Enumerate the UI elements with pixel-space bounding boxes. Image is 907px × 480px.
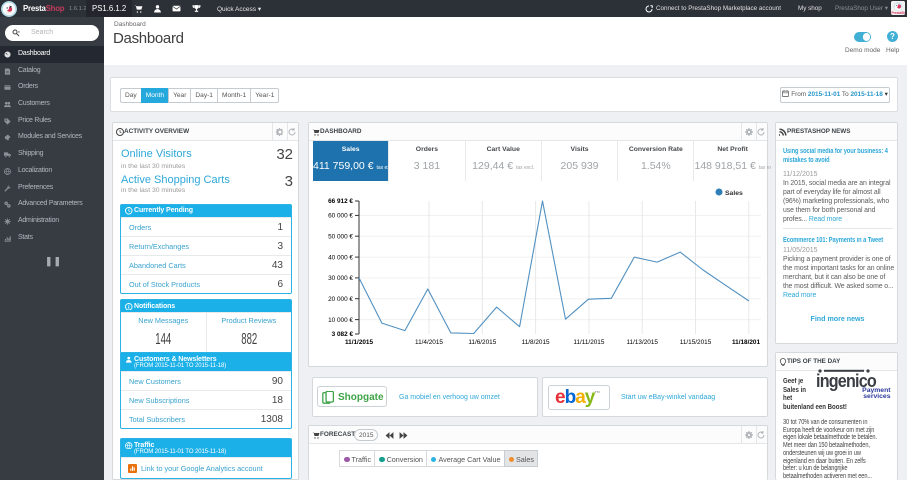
svg-text:20 000 €: 20 000 € <box>328 296 353 303</box>
svg-text:40 000 €: 40 000 € <box>328 254 353 261</box>
svg-text:Sales: Sales <box>725 190 743 197</box>
svg-text:10 000 €: 10 000 € <box>328 317 353 324</box>
svg-text:11/6/2015: 11/6/2015 <box>468 339 496 346</box>
svg-text:PrestaShop: PrestaShop <box>892 11 906 15</box>
svg-text:30 000 €: 30 000 € <box>328 275 353 282</box>
svg-text:3 082 €: 3 082 € <box>332 331 354 338</box>
svg-text:60 000 €: 60 000 € <box>328 213 353 220</box>
svg-text:11/4/2015: 11/4/2015 <box>415 339 443 346</box>
svg-text:11/8/2015: 11/8/2015 <box>522 339 550 346</box>
svg-text:11/15/2015: 11/15/2015 <box>680 339 712 346</box>
svg-text:11/1/2015: 11/1/2015 <box>345 339 374 346</box>
svg-text:66 912 €: 66 912 € <box>328 198 353 205</box>
svg-text:11/13/2015: 11/13/2015 <box>626 339 658 346</box>
svg-text:11/11/2015: 11/11/2015 <box>573 339 604 346</box>
svg-text:50 000 €: 50 000 € <box>328 233 353 240</box>
svg-text:11/18/201: 11/18/201 <box>732 339 761 346</box>
